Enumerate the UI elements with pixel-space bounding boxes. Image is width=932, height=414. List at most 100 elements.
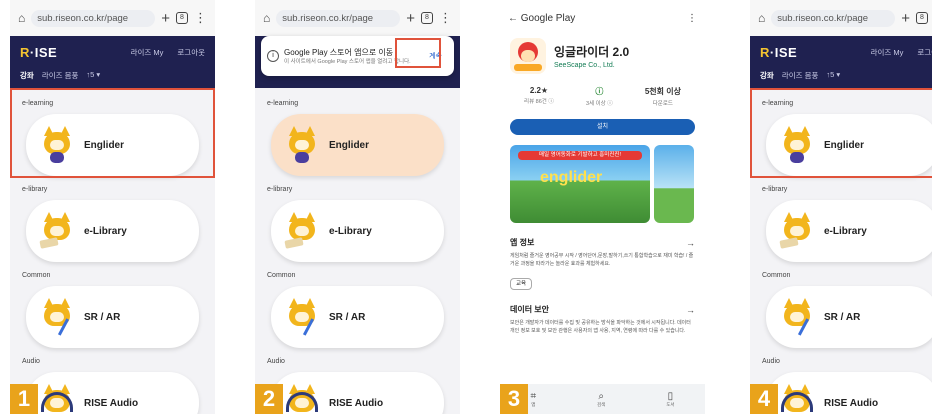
- highlight-box: [750, 88, 932, 178]
- address-bar[interactable]: sub.riseon.co.kr/page: [31, 9, 156, 27]
- book-icon: ▯: [667, 390, 674, 402]
- nav-course[interactable]: 강좌: [760, 70, 774, 81]
- section-title: 데이터 보안: [510, 305, 550, 314]
- card-label: e-Library: [84, 225, 127, 237]
- nav-sub[interactable]: 라이즈 몸풍: [42, 70, 79, 81]
- section-label: Audio: [22, 358, 40, 365]
- tab-switcher-icon[interactable]: 8: [421, 12, 433, 24]
- arrow-right-icon[interactable]: →: [686, 305, 695, 315]
- fox-book-icon: [39, 212, 74, 250]
- screenshot-carousel[interactable]: 매일 영어동화로 기발하고 흥미진진! englider: [500, 141, 705, 227]
- app-info-section[interactable]: 앱 정보 →: [500, 227, 705, 252]
- fox-book-icon: [779, 212, 814, 250]
- section-label: e-learning: [267, 100, 299, 107]
- data-safety-text: 보안은 개발자가 데이터를 수집 및 공유하는 방식을 파악하는 것에서 시작됩…: [510, 320, 691, 334]
- my-rise-link[interactable]: 라이즈 My: [871, 47, 904, 58]
- elibrary-card[interactable]: e-Library: [271, 200, 444, 262]
- screenshot-banner: 매일 영어동화로 기발하고 흥미진진!: [518, 151, 642, 160]
- card-label: e-Library: [824, 225, 867, 237]
- sr-ar-card[interactable]: SR / AR: [26, 286, 199, 348]
- new-tab-icon[interactable]: +: [406, 10, 415, 27]
- screen-step-3: ← Google Play ⋮ 잉글라이더 2.0 SeeScape Co., …: [500, 0, 705, 414]
- sr-ar-card[interactable]: SR / AR: [271, 286, 444, 348]
- card-label: e-Library: [329, 225, 372, 237]
- info-icon: i: [267, 50, 279, 62]
- englider-card[interactable]: Englider: [271, 114, 444, 176]
- fox-book-icon: [284, 212, 319, 250]
- age-label: 3세 이상 ⓘ: [585, 101, 613, 107]
- new-tab-icon[interactable]: +: [161, 10, 170, 27]
- more-menu-icon[interactable]: ⋮: [687, 13, 697, 24]
- fox-mascot-icon: [285, 126, 319, 164]
- card-label: Englider: [329, 139, 370, 151]
- my-rise-link[interactable]: 라이즈 My: [131, 47, 164, 58]
- rise-audio-card[interactable]: RISE Audio: [26, 372, 199, 414]
- section-label: Common: [762, 272, 791, 279]
- rise-audio-card[interactable]: RISE Audio: [271, 372, 444, 414]
- fox-brush-icon: [40, 298, 74, 336]
- browser-toolbar: ⌂ sub.riseon.co.kr/page + 8 ⋮: [750, 0, 932, 36]
- card-label: RISE Audio: [824, 397, 879, 409]
- app-header: 잉글라이더 2.0 SeeScape Co., Ltd.: [500, 36, 705, 76]
- home-icon[interactable]: ⌂: [758, 11, 765, 25]
- nav-extra[interactable]: ↑5 ▾: [826, 70, 840, 81]
- step-badge: 2: [255, 384, 283, 414]
- bottom-nav: ⌗ 앱 ⌕ 검색 ▯ 도서: [500, 384, 705, 414]
- category-chip[interactable]: 교육: [510, 278, 532, 290]
- nav-sub[interactable]: 라이즈 몸풍: [782, 70, 819, 81]
- step-badge: 1: [10, 384, 38, 414]
- section-label: Common: [267, 272, 296, 279]
- app-icon: [510, 38, 546, 74]
- card-label: SR / AR: [824, 311, 861, 323]
- tab-switcher-icon[interactable]: 8: [916, 12, 928, 24]
- rise-audio-card[interactable]: RISE Audio: [766, 372, 932, 414]
- fox-brush-icon: [285, 298, 319, 336]
- rise-logo[interactable]: R·ISE: [760, 45, 797, 60]
- section-title: 앱 정보: [510, 238, 535, 247]
- play-toolbar: ← Google Play ⋮: [500, 0, 705, 36]
- new-tab-icon[interactable]: +: [901, 10, 910, 27]
- install-button[interactable]: 설치: [510, 119, 695, 135]
- elibrary-card[interactable]: e-Library: [26, 200, 199, 262]
- highlight-box: [10, 88, 215, 178]
- nav-apps[interactable]: ⌗ 앱: [530, 391, 536, 408]
- logout-link[interactable]: 로그아웃: [177, 47, 205, 58]
- browser-toolbar: ⌂ sub.riseon.co.kr/page + 8 ⋮: [255, 0, 460, 36]
- data-safety-section[interactable]: 데이터 보안 →: [500, 294, 705, 319]
- age-rating-icon: ⓘ: [595, 87, 604, 96]
- step-badge: 4: [750, 384, 778, 414]
- app-description: 게임처럼 즐거운 영어공부 시작 / 영어단어,문장,말하기,쓰기 통합학습으로…: [510, 253, 694, 267]
- back-to-play-button[interactable]: ← Google Play: [508, 13, 575, 24]
- arrow-right-icon[interactable]: →: [686, 238, 695, 248]
- app-screenshot[interactable]: 매일 영어동화로 기발하고 흥미진진! englider: [510, 145, 650, 223]
- section-label: Audio: [762, 358, 780, 365]
- developer-link[interactable]: SeeScape Co., Ltd.: [554, 62, 629, 69]
- nav-course[interactable]: 강좌: [20, 70, 34, 81]
- address-bar[interactable]: sub.riseon.co.kr/page: [276, 9, 401, 27]
- app-name: 잉글라이더 2.0: [554, 45, 630, 59]
- fox-headphones-icon: [780, 384, 814, 414]
- address-bar[interactable]: sub.riseon.co.kr/page: [771, 9, 896, 27]
- section-label: Common: [22, 272, 51, 279]
- screen-step-2: ⌂ sub.riseon.co.kr/page + 8 ⋮ e-learning…: [255, 0, 460, 414]
- card-label: RISE Audio: [84, 397, 139, 409]
- app-screenshot[interactable]: [654, 145, 694, 223]
- section-label: e-library: [267, 186, 293, 193]
- rating-label: 리뷰 86건 ⓘ: [524, 99, 554, 105]
- home-icon[interactable]: ⌂: [263, 11, 270, 25]
- screen-step-1: ⌂ sub.riseon.co.kr/page + 8 ⋮ R·ISE 라이즈 …: [10, 0, 215, 414]
- nav-books[interactable]: ▯ 도서: [666, 391, 674, 408]
- elibrary-card[interactable]: e-Library: [766, 200, 932, 262]
- home-icon[interactable]: ⌂: [18, 11, 25, 25]
- nav-extra[interactable]: ↑5 ▾: [86, 70, 100, 81]
- browser-toolbar: ⌂ sub.riseon.co.kr/page + 8 ⋮: [10, 0, 215, 36]
- tab-switcher-icon[interactable]: 8: [176, 12, 188, 24]
- nav-search[interactable]: ⌕ 검색: [597, 391, 605, 408]
- more-menu-icon[interactable]: ⋮: [439, 10, 452, 26]
- step-badge: 3: [500, 384, 528, 414]
- rise-logo[interactable]: R·ISE: [20, 45, 57, 60]
- more-menu-icon[interactable]: ⋮: [194, 10, 207, 26]
- rise-header: R·ISE 라이즈 My 로그아웃 강좌 라이즈 몸풍 ↑5 ▾: [750, 36, 932, 88]
- logout-link[interactable]: 로그아웃: [917, 47, 932, 58]
- sr-ar-card[interactable]: SR / AR: [766, 286, 932, 348]
